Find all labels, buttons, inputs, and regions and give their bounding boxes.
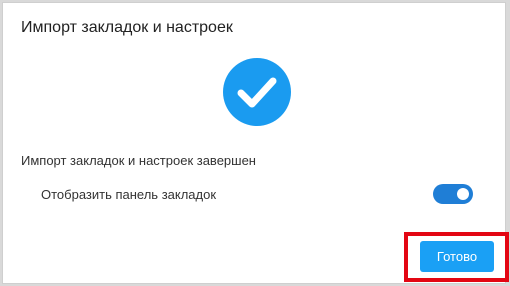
done-button[interactable]: Готово xyxy=(420,241,494,272)
bookmarks-bar-label: Отобразить панель закладок xyxy=(41,187,217,202)
dialog-title: Импорт закладок и настроек xyxy=(21,19,233,36)
toggle-knob xyxy=(457,188,469,200)
import-status-text: Импорт закладок и настроек завершен xyxy=(21,153,256,168)
bookmarks-bar-toggle[interactable] xyxy=(433,184,473,204)
checkmark-circle-icon xyxy=(223,58,291,126)
